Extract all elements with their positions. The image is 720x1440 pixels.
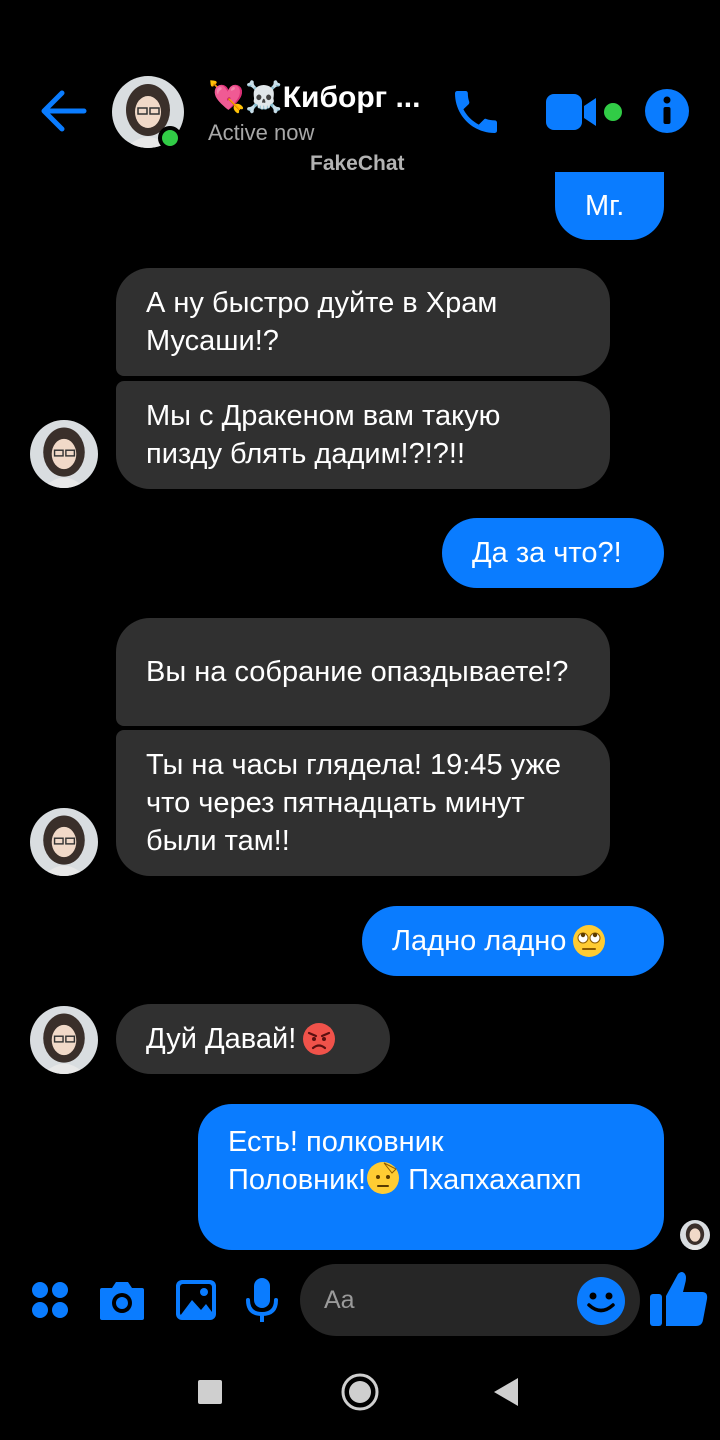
message-text: Мы с Дракеном вам такую пизду блять дади… xyxy=(146,400,501,470)
smile-icon[interactable] xyxy=(576,1276,626,1326)
outgoing-message[interactable]: Ладно ладно xyxy=(362,906,664,976)
incoming-message[interactable]: Мы с Дракеном вам такую пизду блять дади… xyxy=(116,381,610,489)
incoming-message[interactable]: Ты на часы глядела! 19:45 уже что через … xyxy=(116,730,610,876)
outgoing-message[interactable]: Есть! полковник Половник! Пхапхахапхп xyxy=(198,1104,664,1250)
message-text: Вы на собрание опаздываете!? xyxy=(146,656,569,688)
contact-name[interactable]: 💘☠️Киборг ... xyxy=(208,80,420,115)
thumbs-up-icon[interactable] xyxy=(648,1268,710,1330)
message-text: Есть! полковник Половник! Пхапхахапхп xyxy=(228,1126,582,1196)
back-arrow-icon[interactable] xyxy=(38,88,88,134)
info-icon[interactable] xyxy=(644,88,690,134)
message-text: Да за что?! xyxy=(472,537,622,569)
incoming-message[interactable]: Дуй Давай! xyxy=(116,1004,390,1074)
video-camera-icon[interactable] xyxy=(544,90,600,134)
apps-grid-icon[interactable] xyxy=(30,1280,70,1320)
online-indicator xyxy=(158,126,182,150)
angry-face-emoji-icon xyxy=(303,1023,336,1055)
outgoing-message[interactable]: Мг. xyxy=(555,172,664,240)
microphone-icon[interactable] xyxy=(244,1276,280,1326)
sender-avatar[interactable] xyxy=(30,808,98,876)
incoming-message[interactable]: Вы на собрание опаздываете!? xyxy=(116,618,610,726)
outgoing-message[interactable]: Да за что?! xyxy=(442,518,664,588)
saluting-face-emoji-icon xyxy=(367,1162,400,1194)
message-input-placeholder: Aa xyxy=(324,1286,355,1314)
eye-roll-emoji-icon xyxy=(573,925,606,957)
seen-avatar xyxy=(680,1220,710,1250)
message-text: А ну быстро дуйте в Храм Мусаши!? xyxy=(146,287,498,357)
incoming-message[interactable]: А ну быстро дуйте в Храм Мусаши!? xyxy=(116,268,610,376)
home-button[interactable] xyxy=(340,1372,380,1412)
video-active-dot xyxy=(604,103,622,121)
nav-back-button[interactable] xyxy=(492,1376,520,1408)
watermark-label: FakeChat xyxy=(310,152,405,175)
contact-status: Active now xyxy=(208,120,315,145)
image-icon[interactable] xyxy=(174,1278,218,1322)
recents-button[interactable] xyxy=(198,1380,222,1404)
phone-icon[interactable] xyxy=(448,84,504,140)
message-text: Мг. xyxy=(585,190,625,222)
message-text: Ладно ладно xyxy=(392,925,567,957)
camera-icon[interactable] xyxy=(98,1278,146,1322)
message-text: Ты на часы глядела! 19:45 уже что через … xyxy=(146,749,561,857)
message-text: Дуй Давай! xyxy=(146,1023,297,1055)
sender-avatar[interactable] xyxy=(30,1006,98,1074)
sender-avatar[interactable] xyxy=(30,420,98,488)
